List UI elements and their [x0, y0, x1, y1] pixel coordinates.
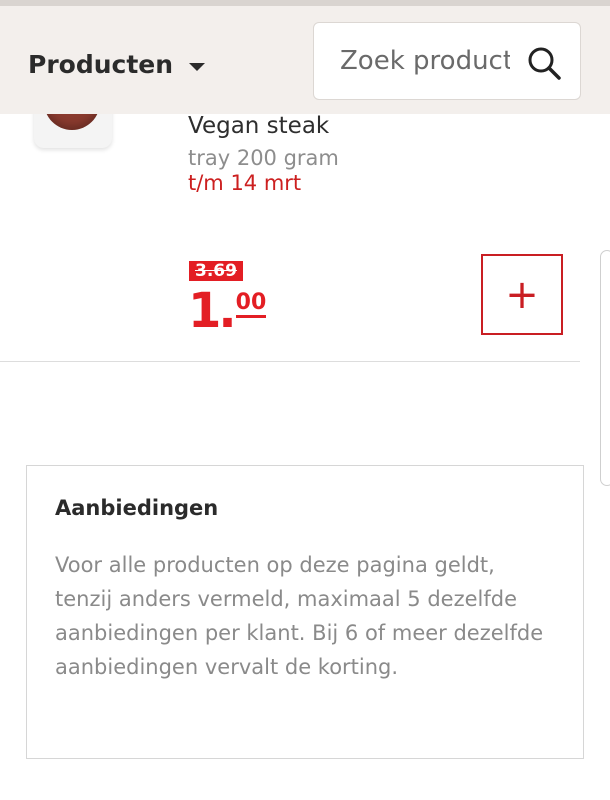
add-to-cart-button[interactable]: + [481, 254, 563, 335]
product-size: tray 200 gram [188, 146, 339, 170]
category-dropdown[interactable]: Producten [28, 50, 206, 79]
price-euros: 1. [188, 283, 237, 339]
divider [0, 361, 580, 362]
search-input[interactable] [340, 41, 510, 81]
scrollbar[interactable] [600, 250, 610, 486]
old-price: 3.69 [189, 261, 243, 281]
product-name[interactable]: Vegan steak [188, 113, 329, 139]
offer-price: 1. 00 [188, 283, 267, 339]
search-box[interactable] [313, 22, 581, 100]
category-label: Producten [28, 50, 174, 79]
search-icon[interactable] [526, 45, 562, 81]
price-cents: 00 [235, 291, 267, 318]
plus-icon: + [505, 271, 539, 318]
chevron-down-icon [189, 62, 206, 71]
offer-validity: t/m 14 mrt [188, 171, 302, 195]
offers-text: Voor alle producten op deze pagina geldt… [55, 553, 544, 679]
top-bar: Producten [0, 0, 610, 114]
offers-info-box: Aanbiedingen Voor alle producten op deze… [26, 465, 584, 759]
offers-title: Aanbiedingen [55, 496, 219, 520]
